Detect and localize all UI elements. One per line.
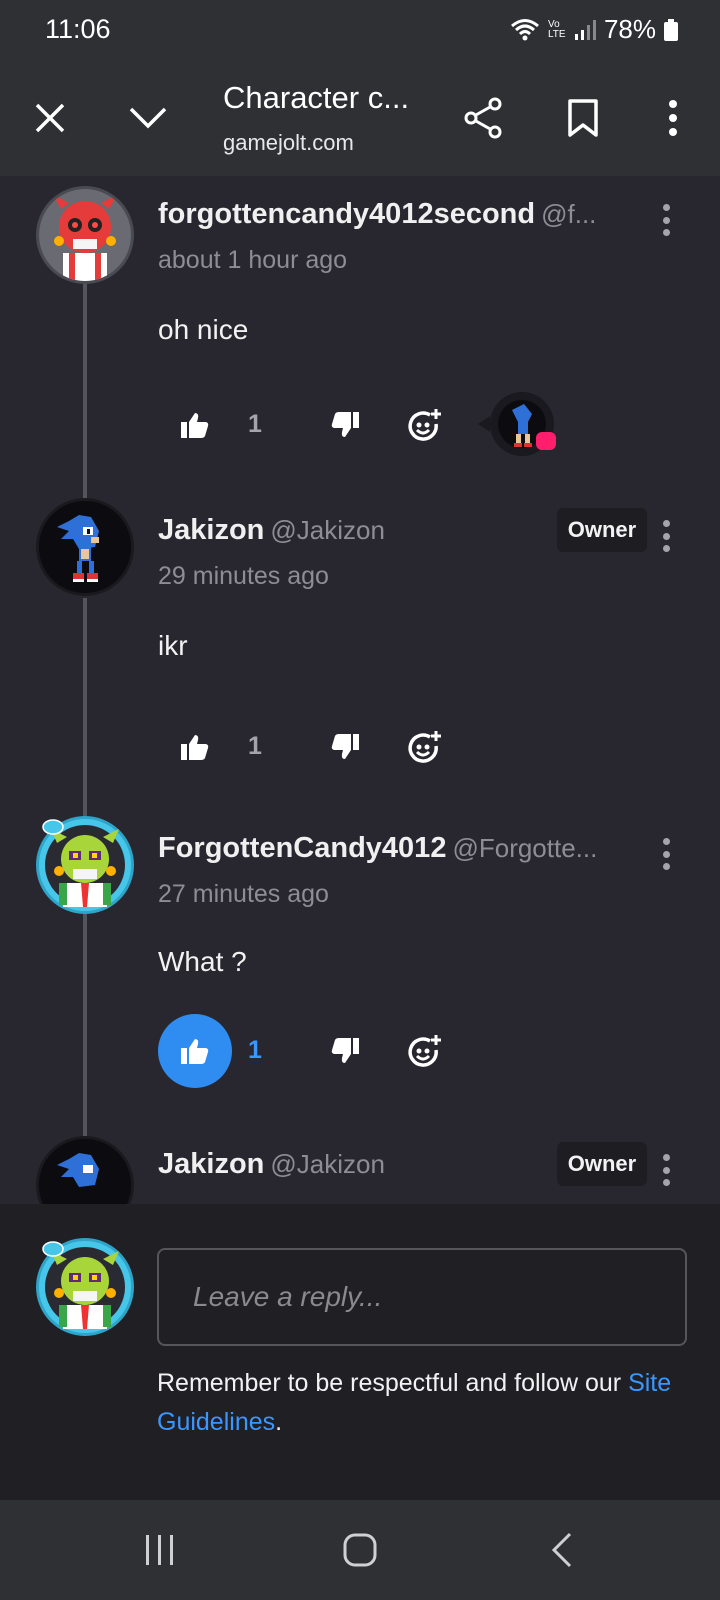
author-name: Jakizon [158,1148,265,1180]
green-animatronic-avatar-icon [39,1241,131,1333]
more-vert-icon [669,100,677,136]
comment-body: ikr [158,630,188,661]
like-count: 1 [248,732,262,760]
dislike-button[interactable] [308,710,382,784]
thumb-up-icon [181,735,209,760]
avatar[interactable] [36,186,134,284]
recent-apps-button[interactable] [115,1518,205,1582]
chevron-down-icon [129,107,167,129]
author-handle: @Forgotte... [452,833,598,863]
comment-actions: 1 [158,388,638,462]
current-user-avatar[interactable] [36,1238,134,1336]
comment-author[interactable]: forgottencandy4012second @f... [158,198,596,231]
status-bar: 11:06 Vo LTE 78% [0,0,720,62]
author-handle: @f... [541,199,597,229]
home-icon [343,1533,377,1567]
add-reaction-button[interactable] [388,710,462,784]
like-count: 1 [248,1036,262,1064]
red-animatronic-avatar-icon [39,189,131,281]
avatar[interactable] [36,816,134,914]
signal-icon [574,19,596,40]
bookmark-icon [568,99,598,137]
comment-time: about 1 hour ago [158,246,348,274]
like-button[interactable] [158,1014,232,1088]
guidelines-text: Remember to be respectful and follow our [157,1369,622,1397]
comment-body: oh nice [158,314,249,345]
recent-apps-icon [146,1535,173,1565]
more-options-button[interactable] [645,90,701,146]
back-icon [551,1532,572,1568]
author-name: ForgottenCandy4012 [158,832,447,864]
thumb-down-icon [331,412,359,437]
system-nav-bar [0,1500,720,1600]
reaction-avatar[interactable] [478,392,556,458]
add-reaction-button[interactable] [388,1014,462,1088]
share-button[interactable] [455,90,511,146]
thread-line [83,914,87,1136]
comment-time: 27 minutes ago [158,880,329,908]
like-count: 1 [248,410,262,438]
back-button[interactable] [517,1518,607,1582]
add-reaction-icon [408,409,441,441]
thumb-down-icon [331,734,359,759]
close-icon [35,103,65,133]
comment-more-button[interactable] [652,514,680,558]
owner-badge: Owner [557,508,647,552]
comment-more-button[interactable] [652,198,680,242]
comment-feed[interactable]: forgottencandy4012second @f... about 1 ho… [0,176,720,1204]
custom-tab-toolbar: Character c... gamejolt.com [0,62,720,176]
dislike-button[interactable] [308,1014,382,1088]
author-handle: @Jakizon [270,1149,385,1179]
reply-panel: Remember to be respectful and follow our… [0,1204,720,1500]
bookmark-button[interactable] [555,90,611,146]
add-reaction-button[interactable] [388,388,462,462]
comment-actions: 1 [158,710,638,784]
comment-time: 29 minutes ago [158,562,329,590]
close-button[interactable] [22,90,78,146]
sonic-avatar-icon [39,501,131,593]
author-handle: @Jakizon [270,515,385,545]
home-button[interactable] [315,1518,405,1582]
battery-icon [664,18,678,41]
thumb-down-icon [331,1038,359,1063]
add-reaction-icon [408,731,441,763]
reply-input[interactable] [157,1248,687,1346]
thread-line [83,598,87,816]
thumb-up-icon [181,1039,209,1064]
guidelines-period: . [275,1408,283,1436]
status-time: 11:06 [45,14,111,44]
comment-author[interactable]: Jakizon @Jakizon [158,514,385,547]
sonic-avatar-icon [39,1139,131,1204]
avatar[interactable] [36,498,134,596]
comment-author[interactable]: ForgottenCandy4012 @Forgotte... [158,832,597,865]
guidelines-notice: Remember to be respectful and follow our… [157,1364,697,1442]
wifi-icon [510,18,539,40]
avatar[interactable] [36,1136,134,1204]
battery-percent: 78% [603,14,656,44]
author-name: Jakizon [158,514,265,546]
minimize-button[interactable] [120,90,176,146]
like-button[interactable] [158,388,232,462]
dislike-button[interactable] [308,388,382,462]
comment-author[interactable]: Jakizon @Jakizon [158,1148,385,1181]
thumb-up-icon [181,413,209,438]
like-button[interactable] [158,710,232,784]
comment-more-button[interactable] [652,1148,680,1192]
sonic-reaction-icon [478,392,556,456]
comment-more-button[interactable] [652,832,680,876]
status-icons: Vo LTE 78% [510,14,678,45]
thread-line [83,282,87,504]
network-label: Vo LTE [547,18,566,40]
green-animatronic-avatar-icon [39,819,131,911]
author-name: forgottencandy4012second [158,198,536,230]
comment-actions: 1 [158,1014,638,1088]
page-title: Character c... [223,80,410,115]
owner-badge: Owner [557,1142,647,1186]
add-reaction-icon [408,1035,441,1067]
comment-body: What ? [158,946,247,977]
share-icon [464,97,502,139]
page-url: gamejolt.com [223,130,354,155]
